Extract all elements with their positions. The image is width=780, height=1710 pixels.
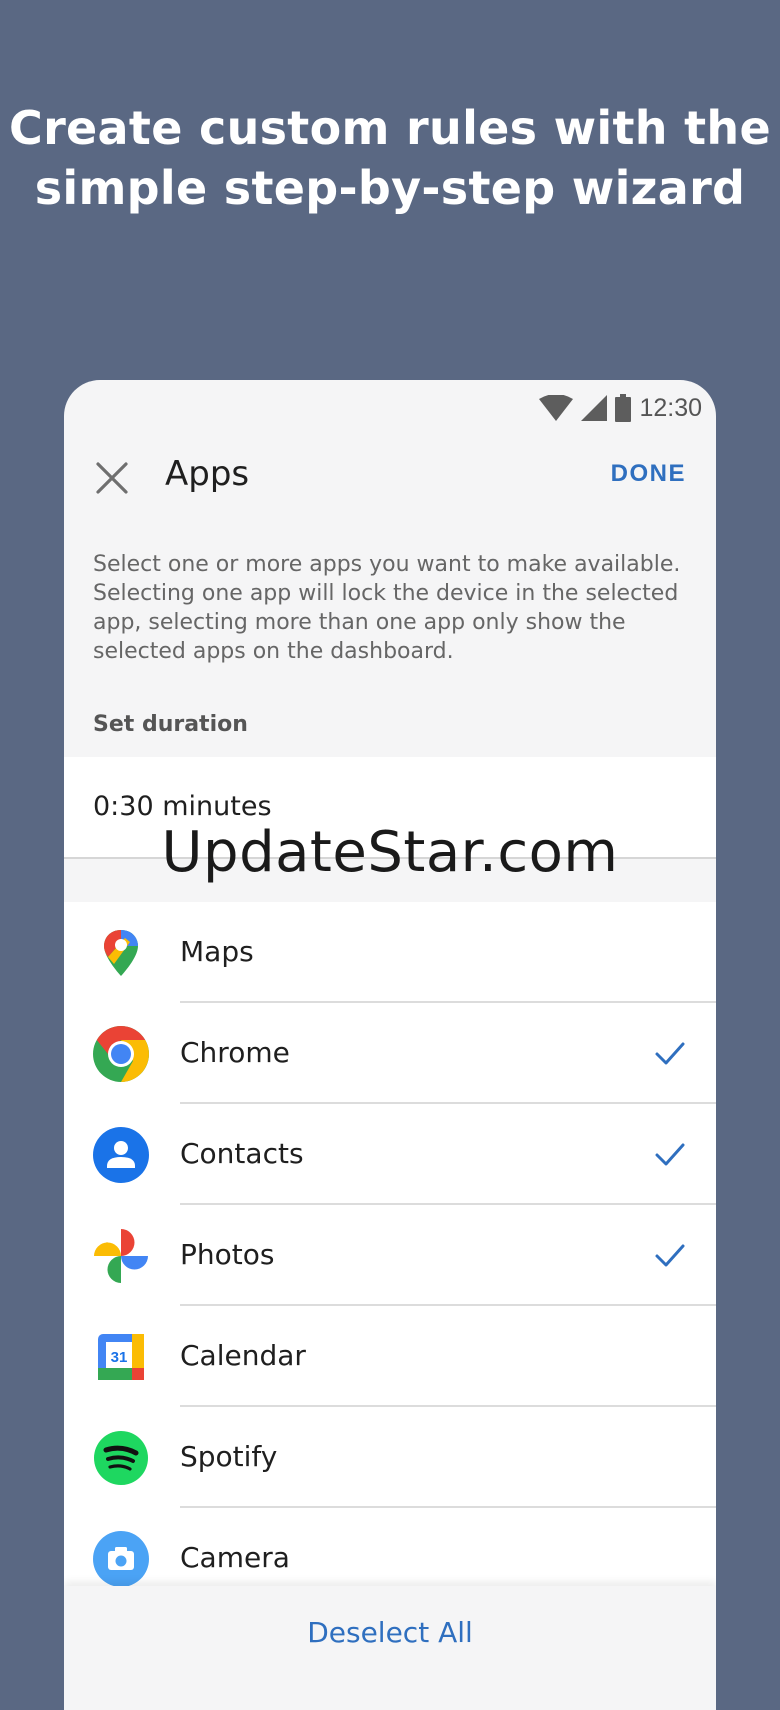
app-name: Maps <box>180 935 254 968</box>
wifi-icon <box>539 395 574 421</box>
battery-icon <box>615 394 632 422</box>
check-icon <box>654 1138 686 1170</box>
watermark-text: UpdateStar.com <box>161 820 619 885</box>
done-button[interactable]: DONE <box>611 460 686 488</box>
bottom-bar: Deselect All <box>64 1586 716 1710</box>
spotify-icon <box>92 1429 150 1487</box>
status-bar: 12:30 <box>539 388 702 428</box>
page-title: Apps <box>165 454 250 494</box>
app-list: Maps Chrome Contacts Photos 31 Calendar … <box>64 902 716 1609</box>
chrome-icon <box>92 1025 150 1083</box>
app-name: Calendar <box>180 1339 306 1372</box>
list-item-calendar[interactable]: 31 Calendar <box>64 1306 716 1407</box>
clock: 12:30 <box>639 393 702 422</box>
calendar-icon-text: 31 <box>111 1349 128 1366</box>
list-item-chrome[interactable]: Chrome <box>64 1003 716 1104</box>
camera-icon <box>92 1530 150 1588</box>
close-icon[interactable] <box>94 460 130 496</box>
duration-value: 0:30 minutes <box>93 791 272 822</box>
deselect-all-button[interactable]: Deselect All <box>64 1616 716 1649</box>
app-name: Chrome <box>180 1036 290 1069</box>
description-text: Select one or more apps you want to make… <box>93 552 681 664</box>
app-name: Spotify <box>180 1440 278 1473</box>
list-item-maps[interactable]: Maps <box>64 902 716 1003</box>
app-name: Camera <box>180 1541 290 1574</box>
calendar-icon: 31 <box>92 1328 150 1386</box>
list-item-photos[interactable]: Photos <box>64 1205 716 1306</box>
photos-icon <box>92 1227 150 1285</box>
app-name: Contacts <box>180 1137 304 1170</box>
contacts-icon <box>92 1126 150 1184</box>
list-item-contacts[interactable]: Contacts <box>64 1104 716 1205</box>
check-icon <box>654 1239 686 1271</box>
check-icon <box>654 1037 686 1069</box>
phone-screen: 12:30 Apps DONE Select one or more apps … <box>64 380 716 1710</box>
maps-icon <box>92 924 150 982</box>
app-name: Photos <box>180 1238 275 1271</box>
app-bar: Apps DONE <box>64 442 716 514</box>
list-item-spotify[interactable]: Spotify <box>64 1407 716 1508</box>
cell-signal-icon <box>581 395 608 421</box>
set-duration-label: Set duration <box>93 712 248 737</box>
headline: Create custom rules with the simple step… <box>9 101 771 215</box>
